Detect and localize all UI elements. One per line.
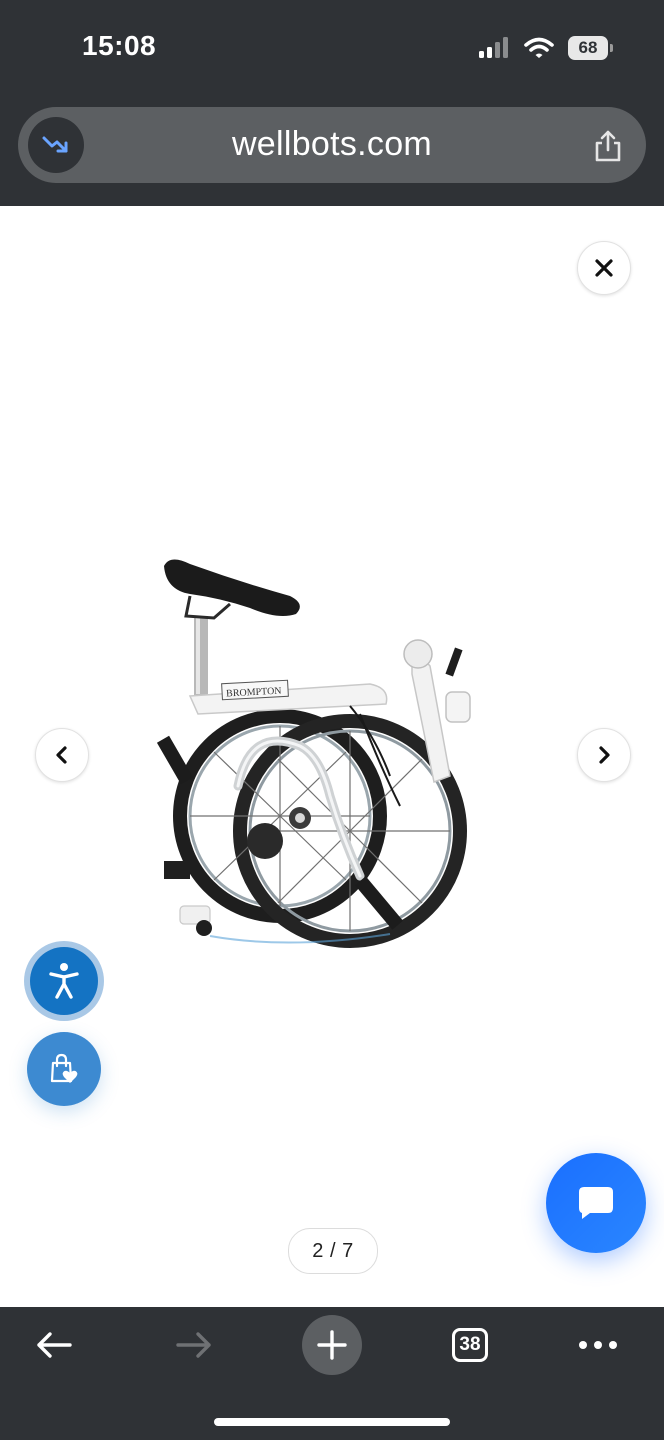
chevron-left-icon [56, 746, 67, 764]
cellular-signal-icon [479, 37, 508, 58]
chat-button[interactable] [546, 1153, 646, 1253]
shopping-bag-heart-icon [50, 1053, 78, 1083]
accessibility-button-inner [30, 947, 98, 1015]
chevron-right-icon [599, 746, 610, 764]
forward-button[interactable] [170, 1315, 218, 1375]
more-horizontal-icon [579, 1341, 617, 1349]
accessibility-button[interactable] [24, 941, 104, 1021]
url-bar[interactable]: wellbots.com [18, 107, 646, 183]
share-icon[interactable] [592, 129, 624, 163]
wishlist-button[interactable] [27, 1032, 101, 1106]
chat-bubble-icon [579, 1187, 613, 1219]
image-counter: 2 / 7 [288, 1228, 378, 1274]
browser-top-chrome: 15:08 68 wellbots.com [0, 0, 664, 206]
new-tab-circle [302, 1315, 362, 1375]
wifi-icon [524, 37, 554, 58]
battery-indicator: 68 [568, 36, 613, 60]
next-image-button[interactable] [577, 728, 631, 782]
status-icons: 68 [478, 36, 613, 60]
close-gallery-button[interactable] [577, 241, 631, 295]
tabs-button[interactable]: 38 [450, 1315, 490, 1375]
new-tab-button[interactable] [302, 1315, 362, 1375]
arrow-right-icon [176, 1332, 211, 1358]
browser-bottom-toolbar: 38 [0, 1307, 664, 1440]
product-image-gallery: BROMPTON 2 / 7 [0, 206, 664, 1306]
url-text[interactable]: wellbots.com [18, 125, 646, 164]
product-image-folded-bike: BROMPTON [156, 559, 471, 948]
home-indicator [214, 1418, 450, 1426]
close-icon [595, 259, 613, 277]
tabs-count: 38 [452, 1328, 488, 1362]
status-time: 15:08 [82, 30, 157, 61]
arrow-left-icon [37, 1332, 72, 1358]
back-button[interactable] [30, 1315, 78, 1375]
more-button[interactable] [576, 1315, 620, 1375]
accessibility-icon [49, 963, 79, 999]
previous-image-button[interactable] [35, 728, 89, 782]
plus-icon [317, 1330, 347, 1360]
